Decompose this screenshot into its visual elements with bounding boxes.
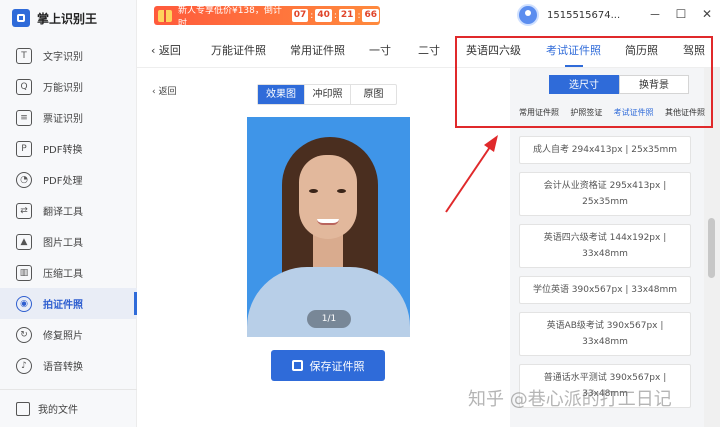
sidebar-item-my-files[interactable]: 我的文件 — [0, 389, 137, 427]
sidebar-item-universal-ocr[interactable]: Q 万能识别 — [0, 71, 137, 102]
sidebar-item-translate[interactable]: ⇄ 翻译工具 — [0, 195, 137, 226]
pdf-process-icon: ◔ — [16, 171, 32, 188]
mode-print[interactable]: 冲印照 — [304, 85, 350, 104]
sidebar-item-label: PDF转换 — [43, 145, 83, 156]
close-icon[interactable]: ✕ — [694, 7, 720, 21]
countdown-ms: 66 — [362, 9, 380, 22]
sidebar-item-label: 票证识别 — [43, 114, 83, 125]
restore-window-icon[interactable]: ☐ — [668, 7, 694, 21]
user-name: 1515515674... — [547, 9, 621, 21]
avatar[interactable] — [517, 4, 539, 26]
annotation-arrow-icon — [445, 135, 498, 213]
sidebar-item-label: 拍证件照 — [43, 300, 83, 311]
countdown-seconds: 21 — [338, 9, 356, 22]
translate-icon: ⇄ — [16, 202, 32, 219]
sidebar-item-voice-convert[interactable]: ♪ 语音转换 — [0, 350, 137, 381]
id-photo-preview: 1/1 — [247, 117, 410, 337]
sidebar-item-id-photo[interactable]: ◉ 拍证件照 — [0, 288, 137, 319]
back-button[interactable]: ‹ 返回 — [151, 42, 181, 58]
text-icon: T — [16, 47, 32, 64]
sidebar-nav: T 文字识别 Q 万能识别 ≡ 票证识别 P PDF转换 ◔ PDF处理 ⇄ 翻译工具 ▲ 图… — [0, 40, 137, 381]
sidebar-item-text-ocr[interactable]: T 文字识别 — [0, 40, 137, 71]
watermark: 知乎 @巷心派的打工日记 — [468, 389, 672, 410]
size-option[interactable]: 会计从业资格证 295x413px | 25x35mm — [519, 172, 691, 216]
sidebar-item-label: 修复照片 — [43, 331, 83, 342]
preview-mode-switch: 效果图 冲印照 原图 — [257, 84, 397, 105]
size-option[interactable]: 成人自考 294x413px | 25x35mm — [519, 136, 691, 164]
ticket-icon: ≡ — [16, 109, 32, 126]
size-option[interactable]: 英语AB级考试 390x567px | 33x48mm — [519, 312, 691, 356]
pdf-icon: P — [16, 140, 32, 157]
highlight-box — [455, 36, 713, 128]
promo-banner[interactable]: 新人专享低价¥138，倒计时 07:40:21:66 — [154, 6, 380, 29]
minimize-icon[interactable]: － — [642, 6, 668, 23]
sidebar-item-ticket-ocr[interactable]: ≡ 票证识别 — [0, 102, 137, 133]
tab-two-inch[interactable]: 二寸 — [418, 42, 440, 58]
title-bar: 新人专享低价¥138，倒计时 07:40:21:66 1515515674...… — [137, 0, 720, 32]
page-indicator: 1/1 — [307, 310, 351, 328]
tab-one-inch[interactable]: 一寸 — [369, 42, 391, 58]
sidebar-item-label: 万能识别 — [43, 83, 83, 94]
app-logo-icon — [12, 9, 30, 27]
tab-common-id-photo[interactable]: 常用证件照 — [290, 42, 345, 58]
sidebar-item-pdf-process[interactable]: ◔ PDF处理 — [0, 164, 137, 195]
countdown-minutes: 40 — [315, 9, 332, 22]
folder-icon — [16, 401, 30, 416]
preview-back-button[interactable]: ‹ 返回 — [152, 84, 176, 97]
compress-icon: ▥ — [16, 264, 32, 281]
save-id-photo-button[interactable]: 保存证件照 — [271, 350, 385, 381]
size-option[interactable]: 学位英语 390x567px | 33x48mm — [519, 276, 691, 304]
sidebar-item-image-tools[interactable]: ▲ 图片工具 — [0, 226, 137, 257]
save-icon — [291, 360, 303, 371]
sidebar-item-label: 语音转换 — [43, 362, 83, 373]
save-label: 保存证件照 — [309, 359, 365, 373]
sidebar-item-pdf-convert[interactable]: P PDF转换 — [0, 133, 137, 164]
sidebar-item-label: PDF处理 — [43, 176, 83, 187]
sidebar-item-label: 文字识别 — [43, 52, 83, 63]
sidebar-item-label: 图片工具 — [43, 238, 83, 249]
image-icon: ▲ — [16, 233, 32, 250]
app-name: 掌上识别王 — [37, 11, 98, 26]
promo-text: 新人专享低价¥138，倒计时 — [177, 5, 282, 29]
sidebar-item-compress[interactable]: ▥ 压缩工具 — [0, 257, 137, 288]
mode-effect[interactable]: 效果图 — [258, 85, 304, 104]
tab-universal-id-photo[interactable]: 万能证件照 — [211, 42, 266, 58]
size-list: 成人自考 294x413px | 25x35mm 会计从业资格证 295x413… — [519, 136, 691, 416]
mode-original[interactable]: 原图 — [350, 85, 396, 104]
sidebar-item-restore-photo[interactable]: ↻ 修复照片 — [0, 319, 137, 350]
sidebar-item-label: 翻译工具 — [43, 207, 83, 218]
app-brand: 掌上识别王 — [12, 9, 97, 27]
user-account[interactable]: 1515515674... — [517, 4, 620, 26]
size-option[interactable]: 英语四六级考试 144x192px | 33x48mm — [519, 224, 691, 268]
scrollbar-thumb[interactable] — [708, 218, 715, 278]
restore-icon: ↻ — [16, 326, 32, 343]
voice-icon: ♪ — [16, 357, 32, 374]
countdown-hours: 07 — [291, 9, 309, 22]
gift-icon — [158, 9, 172, 22]
window-controls: － ☐ ✕ — [642, 0, 720, 28]
scan-icon: Q — [16, 78, 32, 95]
sidebar: 掌上识别王 T 文字识别 Q 万能识别 ≡ 票证识别 P PDF转换 ◔ PDF处理 ⇄ 翻… — [0, 0, 137, 427]
camera-icon: ◉ — [16, 295, 32, 312]
sidebar-footer-label: 我的文件 — [38, 405, 78, 416]
sidebar-item-label: 压缩工具 — [43, 269, 83, 280]
